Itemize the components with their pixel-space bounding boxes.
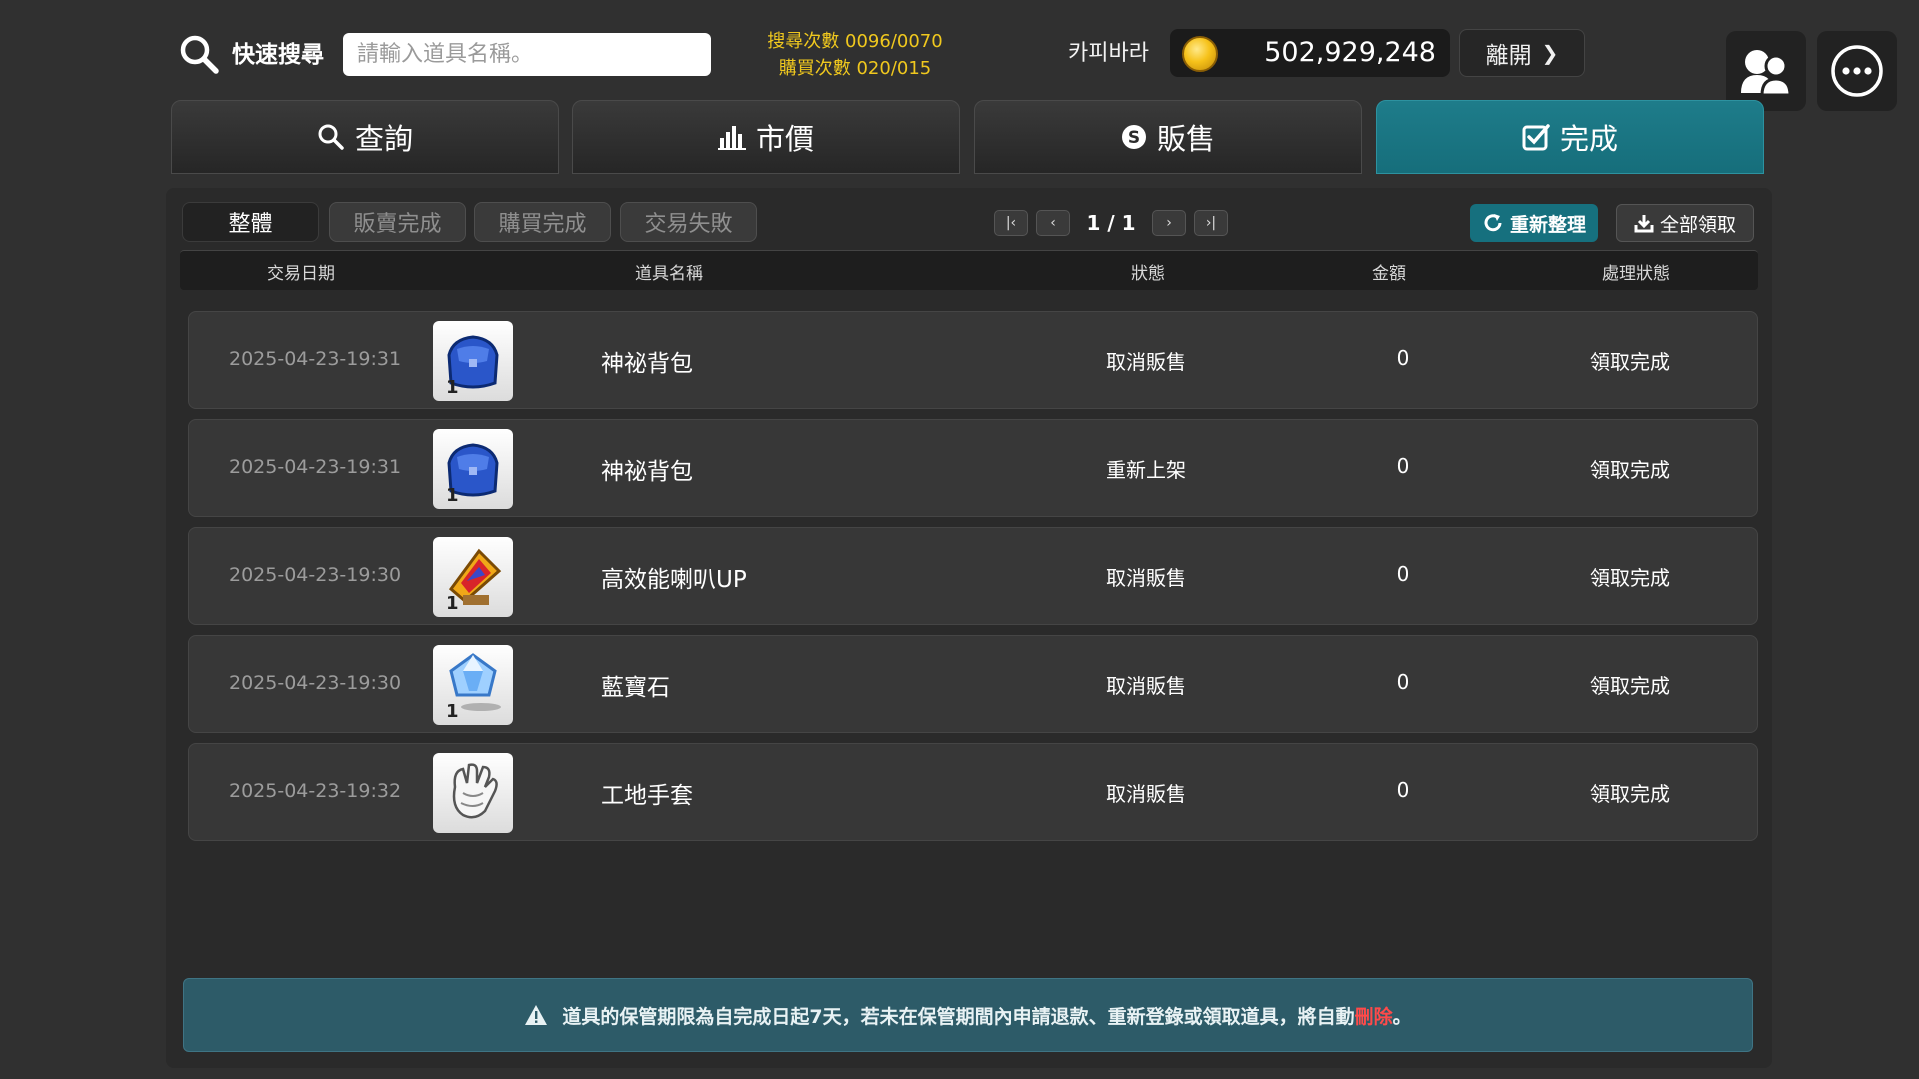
row-amount: 0 [1396, 670, 1410, 694]
table-row[interactable]: 2025-04-23-19:31 1 神祕背包 重新上架 0 領取完成 [188, 419, 1758, 517]
svg-text:1: 1 [446, 377, 459, 398]
storage-notice: 道具的保管期限為自完成日起7天，若未在保管期間內申請退款、重新登錄或領取道具，將… [183, 978, 1753, 1052]
blue-bag-icon: 1 [433, 429, 513, 509]
row-amount: 0 [1396, 454, 1410, 478]
claim-all-button[interactable]: 全部領取 [1616, 204, 1754, 242]
friends-icon [1741, 50, 1792, 97]
row-item-name: 神祕背包 [601, 351, 693, 377]
first-page-button[interactable]: |‹ [994, 210, 1028, 236]
last-page-button[interactable]: ›| [1194, 210, 1228, 236]
filter-sold-button[interactable]: 販賣完成 [329, 202, 466, 242]
exit-label: 離開 [1485, 43, 1532, 69]
work-glove-icon [433, 753, 513, 833]
quick-search-label: 快速搜尋 [232, 42, 324, 68]
row-item-name: 工地手套 [601, 783, 693, 809]
svg-text:1: 1 [446, 485, 459, 506]
row-amount: 0 [1396, 346, 1410, 370]
row-amount: 0 [1396, 562, 1410, 586]
first-page-icon: |‹ [1005, 215, 1017, 231]
refresh-label: 重新整理 [1509, 213, 1586, 236]
search-icon [180, 35, 219, 74]
sapphire-icon: 1 [433, 645, 513, 725]
buy-count: 購買次數 020/015 [778, 58, 932, 79]
row-process-status: 領取完成 [1590, 350, 1670, 374]
table-row[interactable]: 2025-04-23-19:30 1 高效能喇叭UP 取消販售 0 領取完成 [188, 527, 1758, 625]
next-page-button[interactable]: › [1152, 210, 1186, 236]
bar-chart-icon [717, 126, 746, 150]
filter-all-button[interactable]: 整體 [182, 202, 319, 242]
prev-page-button[interactable]: ‹ [1036, 210, 1070, 236]
row-item-name: 藍寶石 [601, 675, 670, 701]
tab-label: 查詢 [354, 122, 413, 156]
search-icon [318, 124, 344, 150]
tab-market-price[interactable]: 市價 [572, 100, 960, 174]
row-process-status: 領取完成 [1590, 674, 1670, 698]
search-input[interactable] [343, 33, 711, 76]
row-process-status: 領取完成 [1590, 566, 1670, 590]
table-row[interactable]: 2025-04-23-19:31 1 神祕背包 取消販售 0 領取完成 [188, 311, 1758, 409]
svg-text:1: 1 [446, 593, 459, 614]
tab-label: 市價 [755, 122, 814, 156]
chevron-right-icon: ❯ [1541, 41, 1559, 65]
page-indicator: 1 / 1 [1086, 211, 1136, 235]
tab-label: 完成 [1559, 122, 1618, 156]
svg-text:1: 1 [446, 701, 459, 722]
row-status: 重新上架 [1106, 458, 1186, 482]
refresh-icon [1484, 214, 1502, 232]
row-status: 取消販售 [1106, 566, 1186, 590]
megaphone-icon: 1 [433, 537, 513, 617]
exit-button[interactable]: 離開 ❯ [1459, 29, 1585, 77]
more-options-icon [1831, 45, 1883, 97]
row-date: 2025-04-23-19:32 [229, 780, 402, 802]
dollar-coin-icon: S [1121, 125, 1146, 149]
usage-counts: 搜尋次數 0096/0070 購買次數 020/015 [740, 28, 970, 82]
row-status: 取消販售 [1106, 350, 1186, 374]
row-date: 2025-04-23-19:30 [229, 564, 402, 586]
row-process-status: 領取完成 [1590, 458, 1670, 482]
check-box-icon [1522, 124, 1550, 151]
column-header-amount: 金額 [1372, 264, 1406, 284]
username: 카피바라 [1068, 41, 1149, 66]
svg-text:S: S [1128, 128, 1140, 148]
row-item-name: 神祕背包 [601, 459, 693, 485]
notice-end: 。 [1392, 1005, 1412, 1028]
row-amount: 0 [1396, 778, 1410, 802]
row-date: 2025-04-23-19:31 [229, 456, 402, 478]
search-count: 搜尋次數 0096/0070 [767, 31, 943, 52]
column-header-date: 交易日期 [267, 264, 335, 284]
table-row[interactable]: 2025-04-23-19:30 1 藍寶石 取消販售 0 領取完成 [188, 635, 1758, 733]
tab-sell[interactable]: S 販售 [974, 100, 1362, 174]
claim-all-label: 全部領取 [1659, 213, 1736, 236]
tab-label: 販售 [1156, 122, 1215, 156]
warning-icon [525, 1005, 548, 1025]
tab-complete[interactable]: 完成 [1376, 100, 1764, 174]
chevron-left-icon: ‹ [1050, 215, 1056, 231]
filter-bought-button[interactable]: 購買完成 [474, 202, 611, 242]
coin-amount: 502,929,248 [1264, 37, 1436, 68]
row-status: 取消販售 [1106, 674, 1186, 698]
blue-bag-icon: 1 [433, 321, 513, 401]
row-process-status: 領取完成 [1590, 782, 1670, 806]
chevron-right-icon: › [1166, 215, 1172, 231]
friends-button[interactable] [1726, 31, 1806, 111]
more-menu-button[interactable] [1817, 31, 1897, 111]
notice-highlight: 刪除 [1354, 1005, 1393, 1028]
download-icon [1634, 215, 1654, 233]
row-date: 2025-04-23-19:30 [229, 672, 402, 694]
column-header-process-status: 處理狀態 [1602, 264, 1670, 284]
filter-failed-button[interactable]: 交易失敗 [620, 202, 757, 242]
row-date: 2025-04-23-19:31 [229, 348, 402, 370]
notice-text: 道具的保管期限為自完成日起7天，若未在保管期間內申請退款、重新登錄或領取道具，將… [562, 1005, 1355, 1028]
row-item-name: 高效能喇叭UP [601, 567, 747, 593]
coin-icon [1182, 36, 1218, 72]
table-header: 交易日期 道具名稱 狀態 金額 處理狀態 [180, 250, 1758, 290]
last-page-icon: ›| [1205, 215, 1217, 231]
refresh-button[interactable]: 重新整理 [1470, 204, 1598, 242]
table-row[interactable]: 2025-04-23-19:32 工地手套 取消販售 0 領取完成 [188, 743, 1758, 841]
row-status: 取消販售 [1106, 782, 1186, 806]
column-header-status: 狀態 [1131, 264, 1165, 284]
tab-search[interactable]: 查詢 [171, 100, 559, 174]
column-header-item-name: 道具名稱 [635, 264, 703, 284]
